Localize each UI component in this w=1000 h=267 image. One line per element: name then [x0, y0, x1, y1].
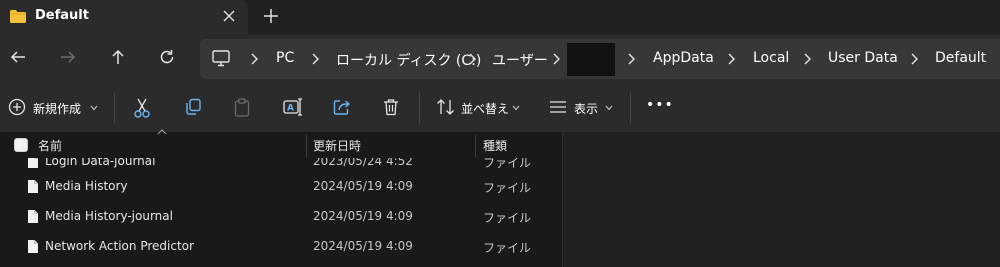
breadcrumb-local[interactable]: Local	[753, 50, 789, 66]
breadcrumb-users[interactable]: ユーザー	[492, 50, 548, 70]
details-pane	[562, 132, 1000, 267]
chevron-down-icon	[90, 105, 98, 111]
file-icon	[27, 209, 39, 224]
view-list-icon	[549, 100, 567, 114]
partial-row[interactable]: Login Data-journal 2023/05/24 4:52 ファイル	[0, 158, 562, 168]
chevron-right-icon	[627, 53, 635, 65]
file-type: ファイル	[483, 181, 532, 195]
chevron-down-icon	[512, 105, 520, 111]
breadcrumb-local-disk[interactable]: ローカル ディスク (C:)	[336, 50, 481, 70]
file-date: 2024/05/19 4:09	[313, 239, 413, 253]
column-name[interactable]: 名前	[38, 137, 62, 154]
chevron-down-icon	[605, 105, 613, 111]
table-row[interactable]: Media History-journal 2024/05/19 4:09 ファ…	[0, 202, 562, 232]
chevron-right-icon	[803, 53, 811, 65]
breadcrumb-default[interactable]: Default	[935, 50, 986, 66]
more-options-button[interactable]: •••	[646, 97, 674, 113]
table-row[interactable]: Media History 2024/05/19 4:09 ファイル	[0, 172, 562, 202]
column-divider[interactable]	[306, 135, 307, 157]
rename-icon[interactable]: A	[283, 98, 303, 116]
chevron-right-icon	[468, 53, 476, 65]
close-icon[interactable]	[223, 10, 235, 22]
chevron-right-icon	[250, 53, 258, 65]
paste-icon[interactable]	[234, 98, 250, 118]
toolbar-divider	[419, 92, 420, 124]
file-name: Media History-journal	[45, 209, 173, 223]
copy-icon[interactable]	[184, 98, 202, 116]
monitor-icon	[212, 50, 230, 67]
file-type: ファイル	[483, 211, 532, 225]
tab-default[interactable]: Default	[0, 0, 248, 34]
tab-title: Default	[35, 8, 89, 23]
column-header: 名前 更新日時 種類	[0, 129, 562, 158]
file-name: Login Data-journal	[45, 158, 156, 168]
redacted-username[interactable]	[567, 43, 615, 76]
column-type[interactable]: 種類	[483, 137, 507, 154]
file-type: ファイル	[483, 241, 532, 255]
breadcrumb-pc[interactable]: PC	[276, 50, 294, 66]
file-icon	[27, 239, 39, 254]
command-toolbar: 新規作成 A 並べ替え 表示 •••	[0, 84, 1000, 132]
navigation-bar: PC ローカル ディスク (C:) ユーザー AppData Local Use…	[0, 34, 1000, 84]
file-icon	[27, 158, 39, 168]
refresh-icon[interactable]	[159, 49, 175, 65]
toolbar-divider	[630, 92, 631, 124]
svg-text:A: A	[287, 104, 294, 114]
new-button-label: 新規作成	[33, 102, 82, 116]
share-icon[interactable]	[333, 98, 351, 116]
toolbar-divider	[114, 92, 115, 124]
select-all-checkbox[interactable]	[14, 138, 28, 152]
file-icon	[27, 179, 39, 194]
chevron-right-icon	[552, 53, 560, 65]
new-tab-icon[interactable]	[263, 8, 279, 24]
sort-button-label: 並べ替え	[461, 102, 510, 116]
folder-icon	[9, 9, 27, 24]
tab-bar: Default	[0, 0, 1000, 34]
forward-arrow-icon[interactable]	[60, 49, 76, 65]
file-date: 2024/05/19 4:09	[313, 179, 413, 193]
table-row[interactable]: Network Action Predictor 2024/05/19 4:09…	[0, 232, 562, 262]
file-list: 名前 更新日時 種類 Login Data-journal 2023/05/24…	[0, 129, 562, 267]
file-name: Media History	[45, 179, 128, 193]
breadcrumb-appdata[interactable]: AppData	[653, 50, 714, 66]
column-divider[interactable]	[475, 135, 476, 157]
back-arrow-icon[interactable]	[10, 49, 26, 65]
breadcrumb-user-data[interactable]: User Data	[828, 50, 898, 66]
file-date: 2023/05/24 4:52	[313, 158, 413, 168]
sort-icon	[436, 98, 456, 116]
address-bar[interactable]: PC ローカル ディスク (C:) ユーザー AppData Local Use…	[200, 39, 1000, 79]
file-name: Network Action Predictor	[45, 239, 194, 253]
delete-icon[interactable]	[383, 98, 399, 116]
sort-caret-icon	[157, 129, 167, 135]
chevron-right-icon	[727, 53, 735, 65]
file-date: 2024/05/19 4:09	[313, 209, 413, 223]
chevron-right-icon	[311, 53, 319, 65]
column-date-modified[interactable]: 更新日時	[313, 137, 361, 154]
view-button-label: 表示	[574, 102, 599, 116]
file-type: ファイル	[483, 158, 532, 168]
up-arrow-icon[interactable]	[110, 49, 126, 65]
chevron-right-icon	[910, 53, 918, 65]
cut-icon[interactable]	[134, 98, 150, 118]
plus-circle-icon	[8, 98, 26, 116]
